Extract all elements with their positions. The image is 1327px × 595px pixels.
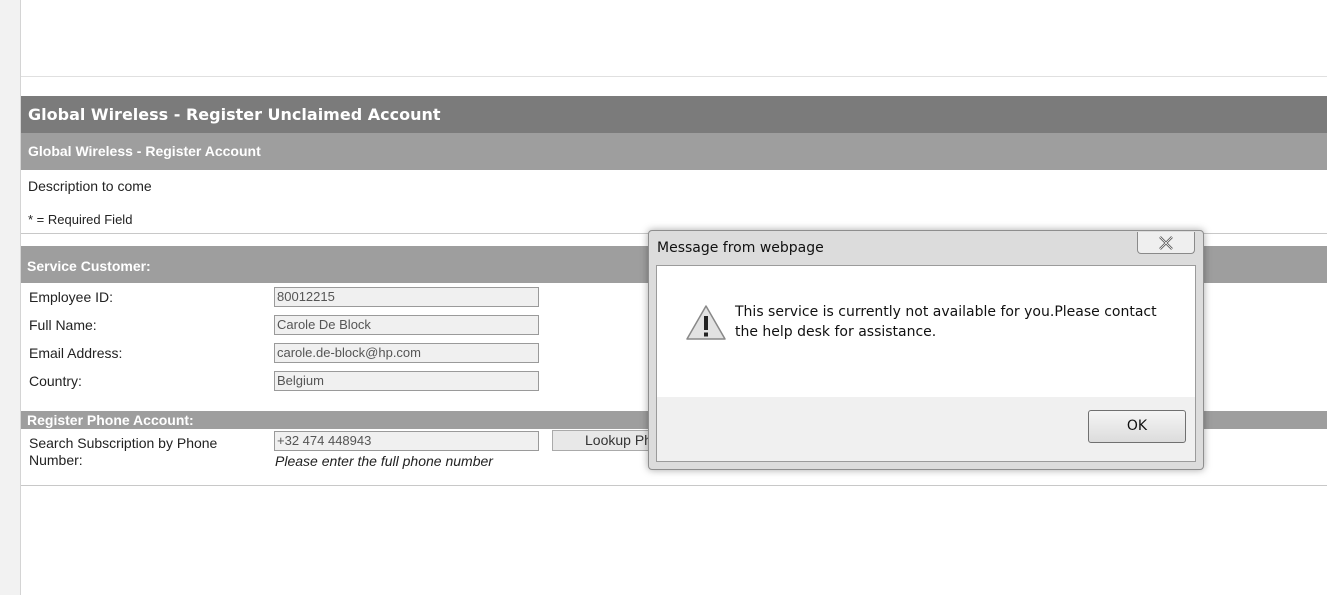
message-dialog: Message from webpage This service is cur… [648,230,1204,470]
employee-id-label: Employee ID: [29,289,114,305]
section-title: Global Wireless - Register Account [21,133,1327,170]
employee-id-field[interactable]: 80012215 [274,287,539,307]
full-name-label: Full Name: [29,317,97,333]
full-name-field[interactable]: Carole De Block [274,315,539,335]
dialog-close-button[interactable] [1137,232,1195,254]
dialog-body: This service is currently not available … [656,265,1196,462]
dialog-title: Message from webpage [657,240,824,256]
description-text: Description to come [28,178,152,194]
phone-number-input[interactable]: +32 474 448943 [274,431,539,451]
phone-hint: Please enter the full phone number [275,453,493,469]
close-icon [1159,236,1173,250]
top-band [21,0,1327,77]
country-label: Country: [29,373,82,389]
divider [21,485,1327,486]
page-title: Global Wireless - Register Unclaimed Acc… [21,96,1327,133]
warning-icon [686,305,726,340]
search-phone-label: Search Subscription by Phone Number: [29,435,218,468]
country-field[interactable]: Belgium [274,371,539,391]
email-address-label: Email Address: [29,345,123,361]
email-address-field[interactable]: carole.de-block@hp.com [274,343,539,363]
ok-button[interactable]: OK [1088,410,1186,443]
required-field-note: * = Required Field [28,212,133,227]
dialog-message: This service is currently not available … [735,304,1157,340]
